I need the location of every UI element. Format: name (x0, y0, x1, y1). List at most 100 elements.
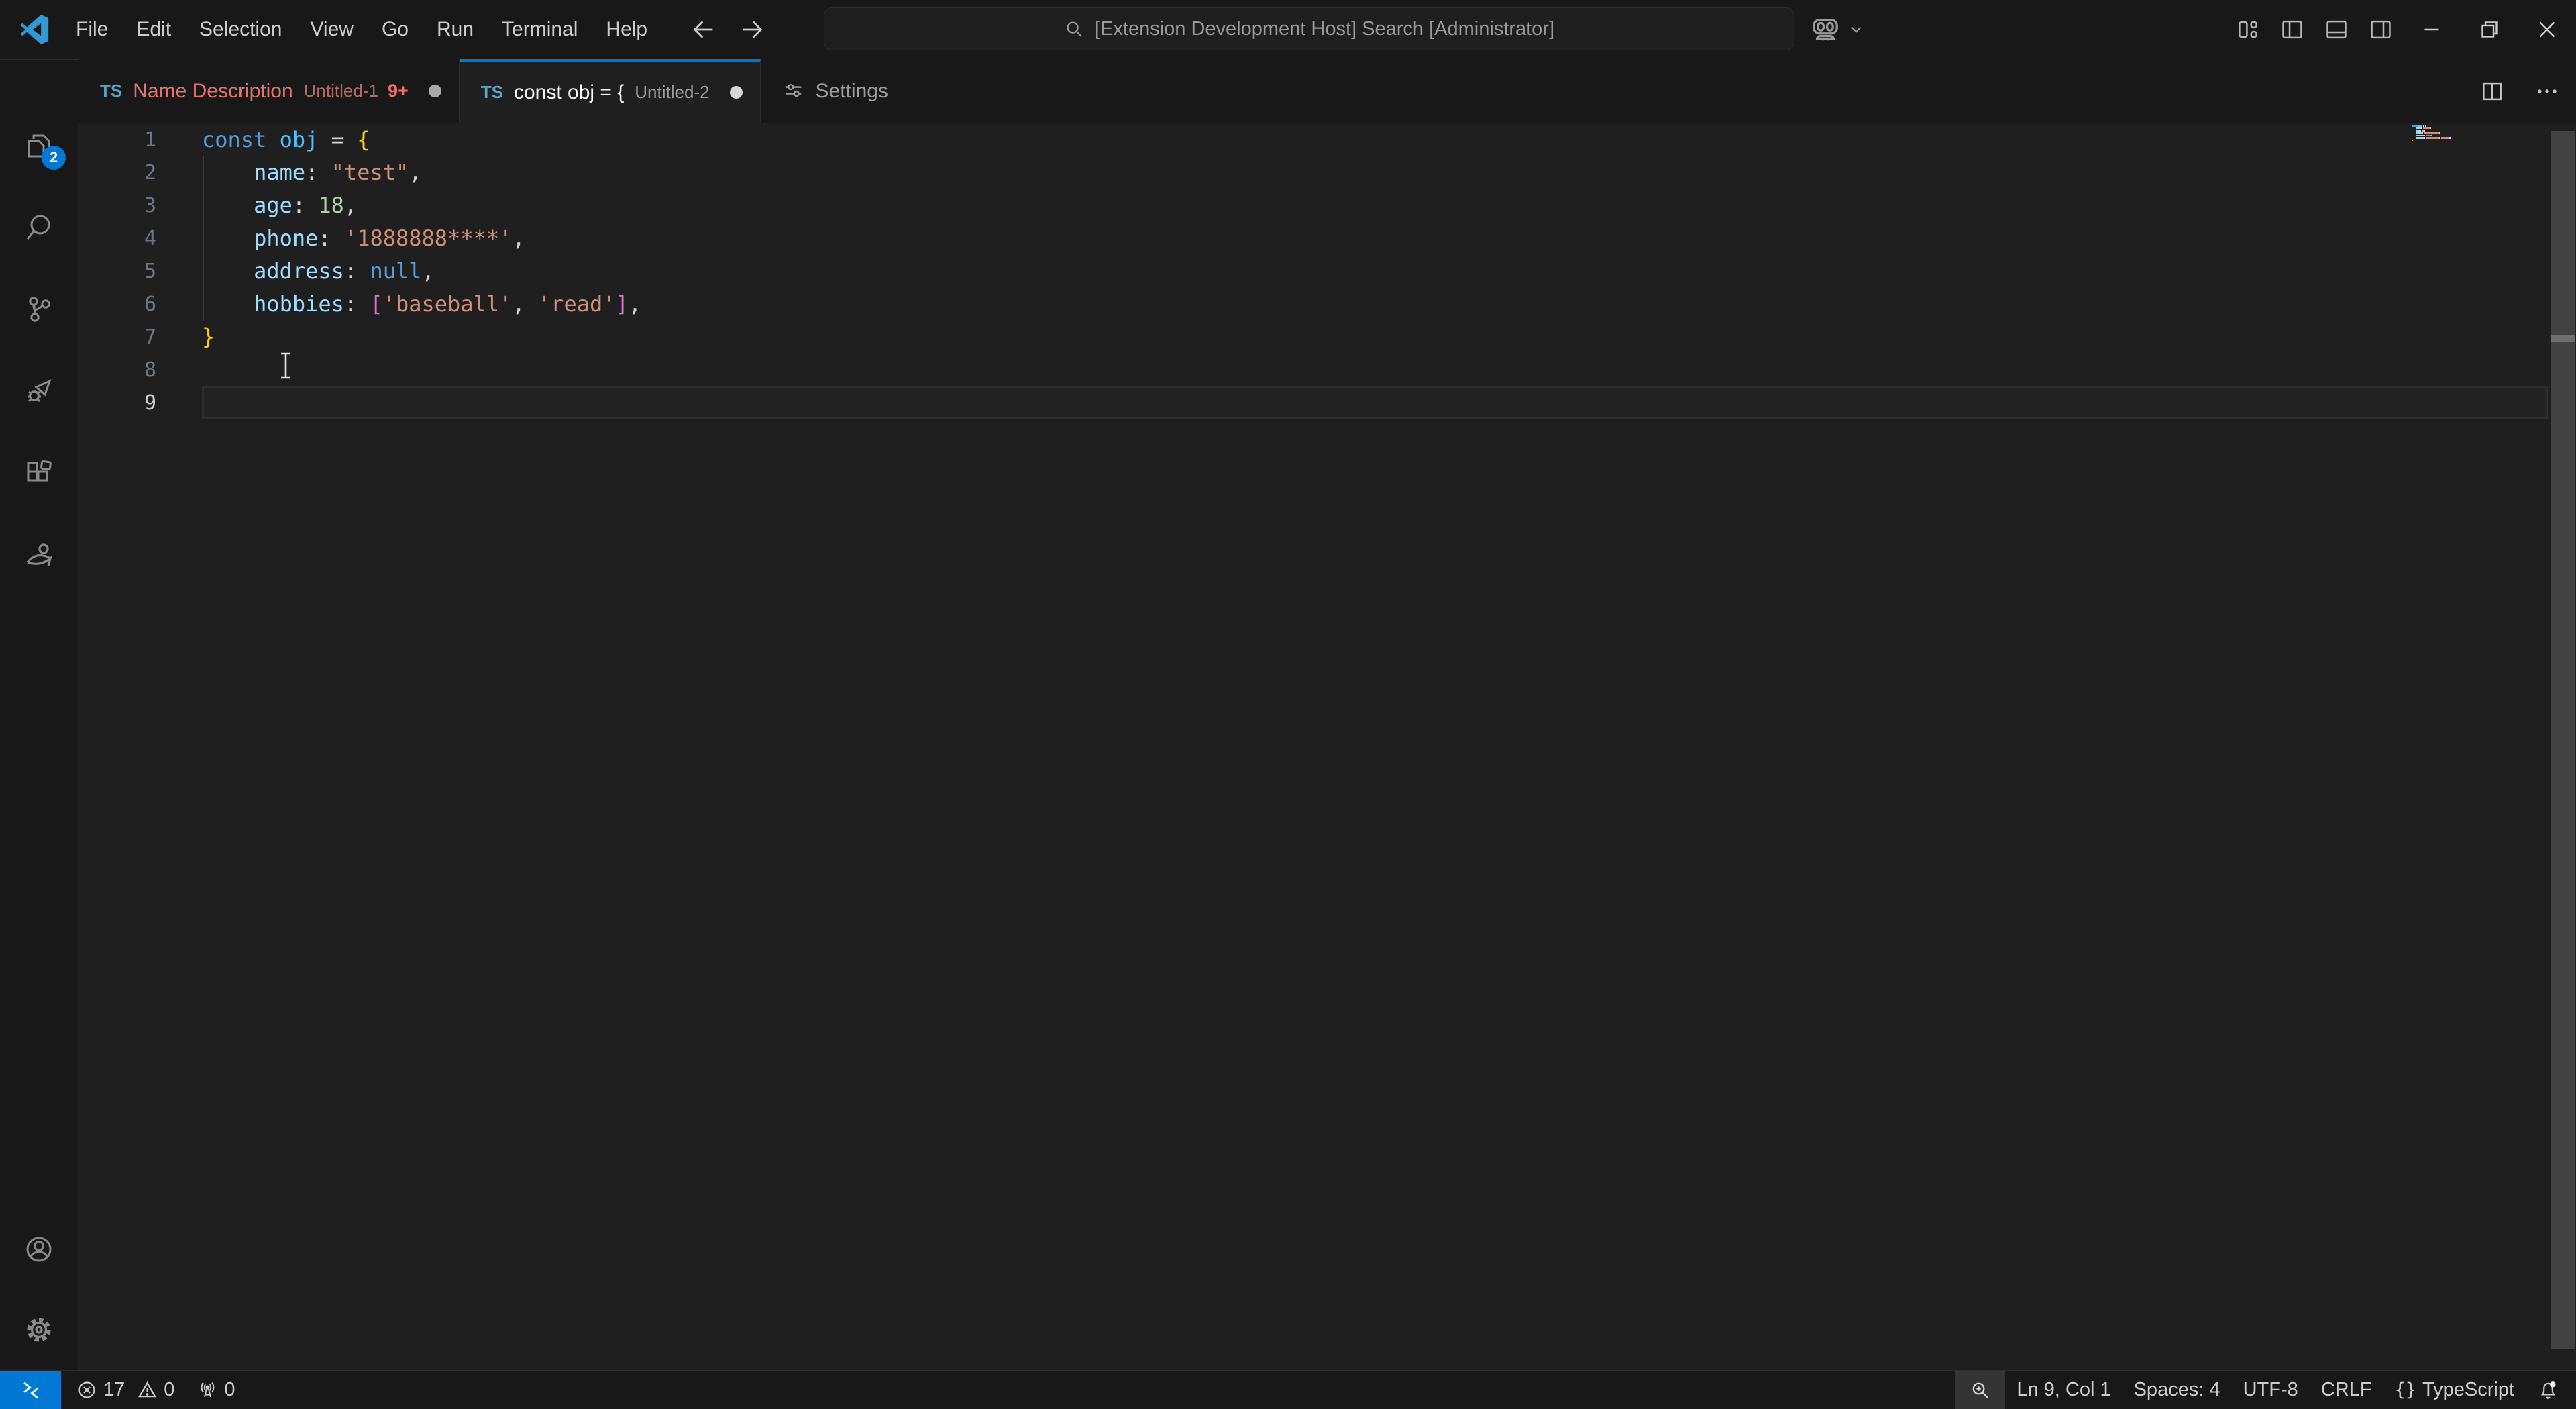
error-icon (76, 1379, 97, 1400)
ports-count: 0 (224, 1379, 235, 1401)
notifications-status[interactable] (2526, 1371, 2571, 1409)
menu-selection[interactable]: Selection (185, 0, 296, 59)
zoom-in-icon (1970, 1379, 1990, 1400)
encoding-status[interactable]: UTF-8 (2232, 1371, 2310, 1409)
cursor-position-marker (2551, 335, 2575, 342)
menu-file[interactable]: File (62, 0, 122, 59)
search-icon (1064, 19, 1084, 39)
editor-actions (2479, 59, 2560, 123)
tab-label: Settings (816, 80, 888, 103)
go-forward-icon[interactable] (737, 14, 767, 45)
cursor-position-status[interactable]: Ln 9, Col 1 (2005, 1371, 2122, 1409)
notification-dot (2550, 1381, 2555, 1387)
line-number[interactable]: 8 (78, 354, 156, 386)
modified-dot-icon[interactable] (730, 86, 743, 99)
menu-bar: File Edit Selection View Go Run Terminal… (62, 0, 661, 59)
tab-label: const obj = { (514, 81, 624, 104)
minimap[interactable] (2392, 125, 2549, 146)
code-lines: const obj = { name: "test", age: 18, pho… (202, 123, 641, 419)
line-number[interactable]: 2 (78, 156, 156, 189)
remote-indicator[interactable] (0, 1371, 61, 1409)
history-nav (688, 14, 767, 45)
settings-gear-icon[interactable] (23, 1314, 55, 1346)
language-status[interactable]: {} TypeScript (2383, 1371, 2526, 1409)
language-text: TypeScript (2422, 1379, 2514, 1401)
explorer-icon[interactable]: 2 (23, 129, 55, 162)
bell-icon (2537, 1379, 2559, 1401)
braces-icon: {} (2394, 1379, 2416, 1400)
code-line[interactable]: phone: '1888888****', (202, 222, 641, 255)
tab-untitled-2[interactable]: TS const obj = { Untitled-2 (460, 59, 761, 123)
cursor-position-text: Ln 9, Col 1 (2017, 1379, 2110, 1401)
source-control-icon[interactable] (23, 293, 55, 325)
accounts-icon[interactable] (23, 1233, 55, 1265)
encoding-text: UTF-8 (2243, 1379, 2298, 1401)
gutter: 123456789 (78, 123, 156, 419)
tab-description: Untitled-1 (304, 81, 378, 101)
remote-icon (19, 1379, 42, 1402)
line-number[interactable]: 9 (78, 386, 156, 419)
code-line[interactable]: hobbies: ['baseball', 'read'], (202, 288, 641, 321)
copilot-icon (1810, 14, 1841, 45)
code-line[interactable]: const obj = { (202, 123, 641, 156)
toggle-secondary-sidebar-icon[interactable] (2359, 0, 2403, 59)
close-button[interactable] (2518, 0, 2576, 59)
line-number[interactable]: 5 (78, 255, 156, 288)
split-editor-icon[interactable] (2479, 79, 2505, 104)
menu-edit[interactable]: Edit (122, 0, 185, 59)
warning-count: 0 (164, 1379, 174, 1401)
line-number[interactable]: 6 (78, 288, 156, 321)
minimize-button[interactable] (2403, 0, 2461, 59)
chevron-down-icon (1847, 21, 1865, 38)
line-number[interactable]: 3 (78, 189, 156, 222)
mouse-ibeam-cursor (277, 350, 294, 381)
radio-tower-icon (197, 1379, 218, 1400)
code-line[interactable]: name: "test", (202, 156, 641, 189)
code-line[interactable]: } (202, 321, 641, 354)
search-view-icon[interactable] (23, 211, 55, 244)
line-number[interactable]: 7 (78, 321, 156, 354)
tab-settings[interactable]: Settings (761, 59, 906, 123)
vscode-window: File Edit Selection View Go Run Terminal… (0, 0, 2576, 1409)
activity-bar: 2 (0, 60, 78, 1370)
indentation-status[interactable]: Spaces: 4 (2123, 1371, 2232, 1409)
vscode-logo-icon (19, 14, 50, 45)
code-line[interactable]: age: 18, (202, 189, 641, 222)
editor-scrollbar[interactable] (2551, 131, 2575, 1349)
modified-dot-icon[interactable] (429, 85, 441, 97)
eol-text: CRLF (2321, 1379, 2372, 1401)
minimap-lines (2412, 125, 2549, 146)
tab-label: Name Description (133, 80, 292, 103)
zoom-status[interactable] (1955, 1371, 2005, 1409)
copilot-menu[interactable] (1810, 0, 1865, 59)
menu-terminal[interactable]: Terminal (488, 0, 592, 59)
run-debug-icon[interactable] (23, 375, 55, 407)
extensions-icon[interactable] (23, 457, 55, 489)
search-placeholder: [Extension Development Host] Search [Adm… (1095, 18, 1554, 40)
typescript-file-icon: TS (481, 82, 503, 103)
problems-status[interactable]: 17 0 (65, 1371, 186, 1409)
menu-view[interactable]: View (296, 0, 367, 59)
line-number[interactable]: 4 (78, 222, 156, 255)
menu-go[interactable]: Go (368, 0, 423, 59)
command-center-search[interactable]: [Extension Development Host] Search [Adm… (824, 7, 1794, 50)
restore-button[interactable] (2461, 0, 2518, 59)
go-back-icon[interactable] (688, 14, 719, 45)
eol-status[interactable]: CRLF (2310, 1371, 2383, 1409)
code-editor[interactable]: 123456789 const obj = { name: "test", ag… (78, 123, 2576, 1370)
code-line[interactable] (202, 386, 641, 419)
customize-layout-icon[interactable] (2226, 0, 2270, 59)
menu-run[interactable]: Run (423, 0, 488, 59)
more-actions-icon[interactable] (2534, 79, 2560, 104)
custom-extension-icon[interactable] (23, 539, 55, 571)
warning-icon (137, 1379, 158, 1400)
menu-help[interactable]: Help (592, 0, 661, 59)
toggle-panel-icon[interactable] (2314, 0, 2359, 59)
ports-status[interactable]: 0 (186, 1371, 246, 1409)
title-bar: File Edit Selection View Go Run Terminal… (0, 0, 2576, 60)
code-line[interactable]: address: null, (202, 255, 641, 288)
toggle-primary-sidebar-icon[interactable] (2270, 0, 2314, 59)
code-line[interactable] (202, 354, 641, 386)
tab-untitled-1[interactable]: TS Name Description Untitled-1 9+ (78, 59, 460, 123)
line-number[interactable]: 1 (78, 123, 156, 156)
